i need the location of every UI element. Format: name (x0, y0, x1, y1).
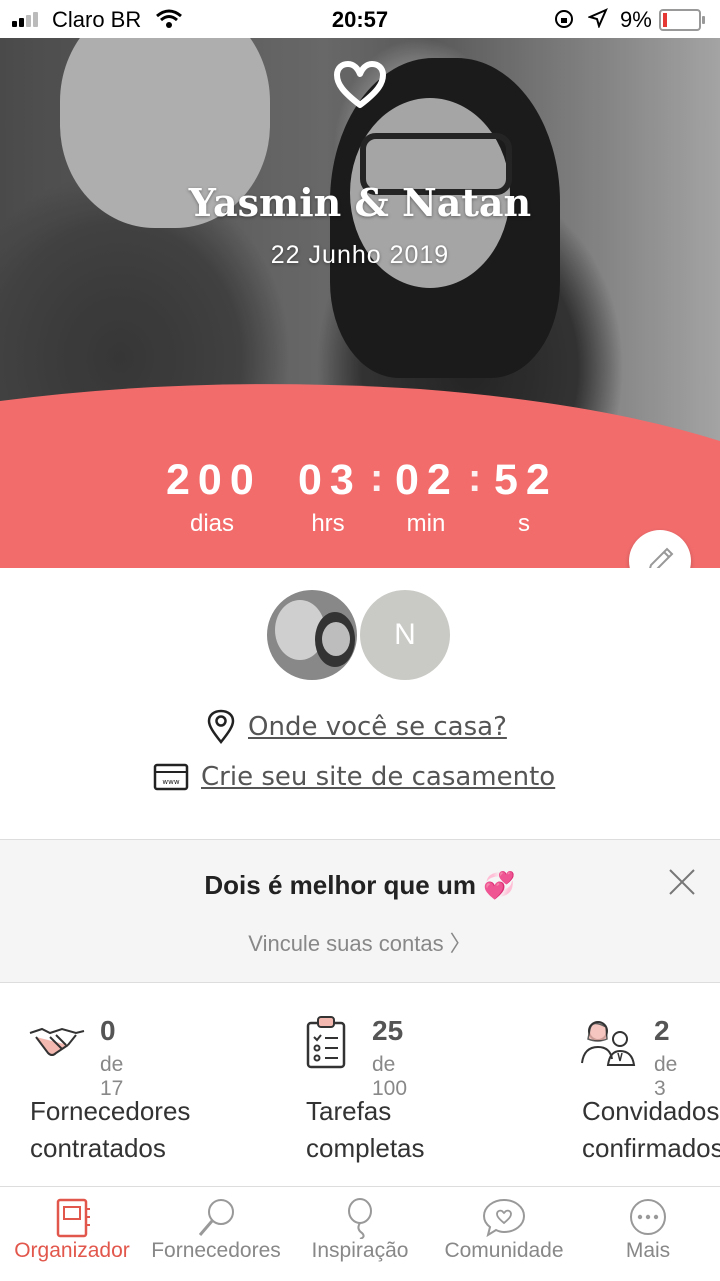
location-arrow-icon (588, 8, 608, 28)
tasks-count: 25 (372, 1015, 404, 1046)
wedding-date: 22 Junho 2019 (270, 241, 450, 269)
website-icon: www (153, 763, 189, 791)
tab-fornecedores[interactable]: Fornecedores (144, 1187, 288, 1281)
vendors-count: 0 (100, 1015, 116, 1046)
heart-logo-icon (334, 61, 386, 108)
hero-header: Yasmin & Natan 22 Junho 2019 200 03 : 02… (0, 38, 720, 568)
tab-label: Mais (625, 1239, 671, 1262)
countdown-seconds: 52 (494, 456, 558, 504)
countdown-separator: : (468, 456, 482, 500)
venue-link[interactable]: Onde você se casa? (206, 709, 507, 745)
website-link[interactable]: www Crie seu site de casamento (153, 762, 555, 792)
planner-icon (56, 1198, 90, 1238)
days-label: dias (189, 510, 235, 537)
guests-icon (581, 1021, 636, 1066)
close-icon[interactable] (664, 864, 700, 900)
tasks-label: Tarefas completas (306, 1096, 425, 1163)
banner-title: Dois é melhor que um 💞 (204, 870, 516, 900)
magnifier-icon (198, 1199, 234, 1236)
chat-heart-icon (482, 1198, 526, 1238)
more-icon (630, 1199, 666, 1235)
link-accounts-link[interactable]: Vincule suas contas 〉 (0, 926, 720, 958)
checklist-icon (306, 1016, 346, 1069)
couple-names: Yasmin & Natan (188, 180, 532, 225)
countdown-minutes: 02 (395, 456, 459, 504)
handshake-icon (29, 1027, 85, 1056)
svg-text:www: www (162, 778, 179, 786)
bottom-tab-bar: Organizador Fornecedores Inspiração Comu… (0, 1186, 720, 1281)
couple-avatars: N (264, 587, 464, 683)
tab-label: Inspiração (311, 1239, 409, 1262)
website-link-label: Crie seu site de casamento (201, 762, 556, 792)
guests-label: Convidados confirmados (582, 1096, 720, 1163)
clock: 20:57 (331, 7, 389, 32)
tab-organizador[interactable]: Organizador (0, 1187, 144, 1281)
countdown-days: 200 (166, 456, 262, 504)
status-bar: Claro BR 20:57 9% (0, 0, 720, 38)
venue-link-label: Onde você se casa? (248, 712, 507, 742)
minutes-label: min (406, 510, 446, 537)
seconds-label: s (518, 510, 530, 537)
tab-mais[interactable]: Mais (576, 1187, 720, 1281)
link-accounts-banner: Dois é melhor que um 💞 Vincule suas cont… (0, 839, 720, 983)
pencil-icon (649, 547, 674, 568)
battery-icon (659, 9, 705, 31)
tab-comunidade[interactable]: Comunidade (432, 1187, 576, 1281)
rotation-lock-icon (555, 10, 573, 28)
tab-label: Comunidade (444, 1239, 564, 1262)
tab-inspiracao[interactable]: Inspiração (288, 1187, 432, 1281)
avatar[interactable] (264, 587, 360, 683)
battery-percentage: 9% (620, 7, 652, 32)
vendors-label: Fornecedores contratados (30, 1096, 191, 1163)
location-pin-icon (207, 709, 235, 745)
countdown-separator: : (370, 456, 384, 500)
countdown-hours: 03 (298, 456, 362, 504)
tab-label: Organizador (14, 1239, 130, 1262)
guests-count: 2 (654, 1015, 670, 1046)
balloon-icon (348, 1198, 372, 1239)
partner-initial: N (394, 618, 416, 651)
partner-avatar[interactable]: N (357, 587, 453, 683)
hours-label: hrs (311, 510, 345, 537)
tab-label: Fornecedores (151, 1239, 281, 1262)
